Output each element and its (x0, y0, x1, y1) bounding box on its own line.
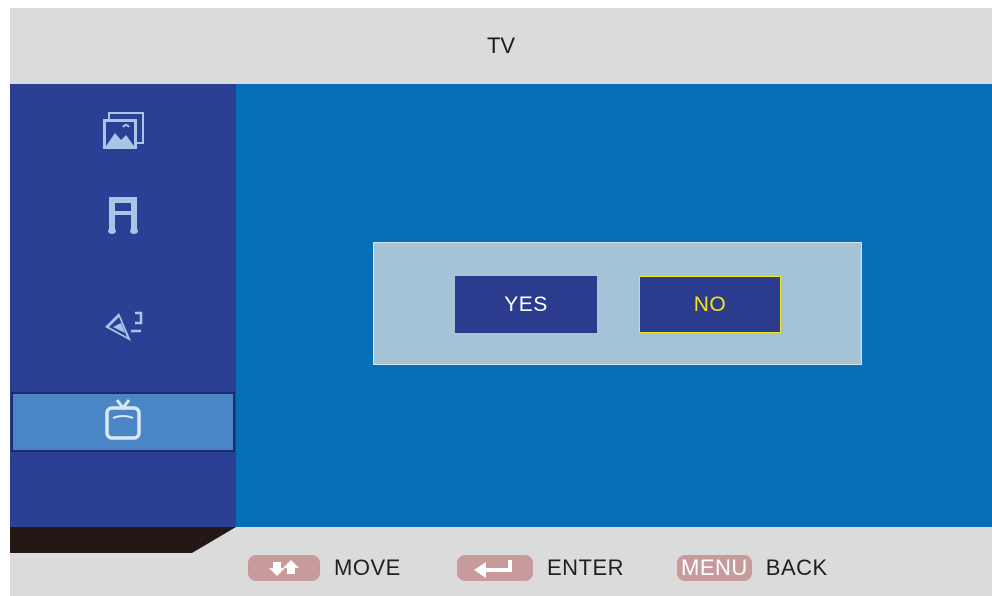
no-button[interactable]: NO (639, 276, 781, 333)
enter-arrow-icon (474, 560, 512, 578)
yes-button[interactable]: YES (455, 276, 597, 333)
main-content: YES NO (236, 84, 992, 527)
sidebar-item-picture[interactable] (10, 102, 236, 162)
picture-icon (103, 112, 144, 149)
arrows-up-down-icon (269, 560, 299, 576)
music-note-icon (108, 197, 138, 234)
footer-bar: MOVE ENTER MENU BACK (10, 527, 992, 596)
enter-key (457, 555, 533, 581)
pen-icon (105, 311, 143, 341)
window-header: TV (10, 8, 992, 84)
back-label: BACK (765, 555, 828, 580)
sidebar (10, 84, 236, 527)
hint-enter: ENTER (457, 553, 624, 583)
hint-move: MOVE (248, 553, 401, 583)
hint-back: MENU BACK (677, 553, 828, 583)
move-key (248, 555, 320, 581)
menu-key: MENU (677, 555, 752, 581)
sidebar-item-tv[interactable] (11, 392, 235, 452)
confirm-dialog: YES NO (373, 242, 862, 365)
page-title: TV (486, 33, 516, 58)
tv-icon (105, 399, 141, 440)
enter-label: ENTER (547, 555, 625, 580)
menu-key-label: MENU (681, 555, 748, 580)
sidebar-item-setup[interactable] (10, 296, 236, 356)
move-label: MOVE (334, 555, 401, 580)
sidebar-item-sound[interactable] (10, 184, 236, 244)
footer-accent (10, 527, 236, 553)
